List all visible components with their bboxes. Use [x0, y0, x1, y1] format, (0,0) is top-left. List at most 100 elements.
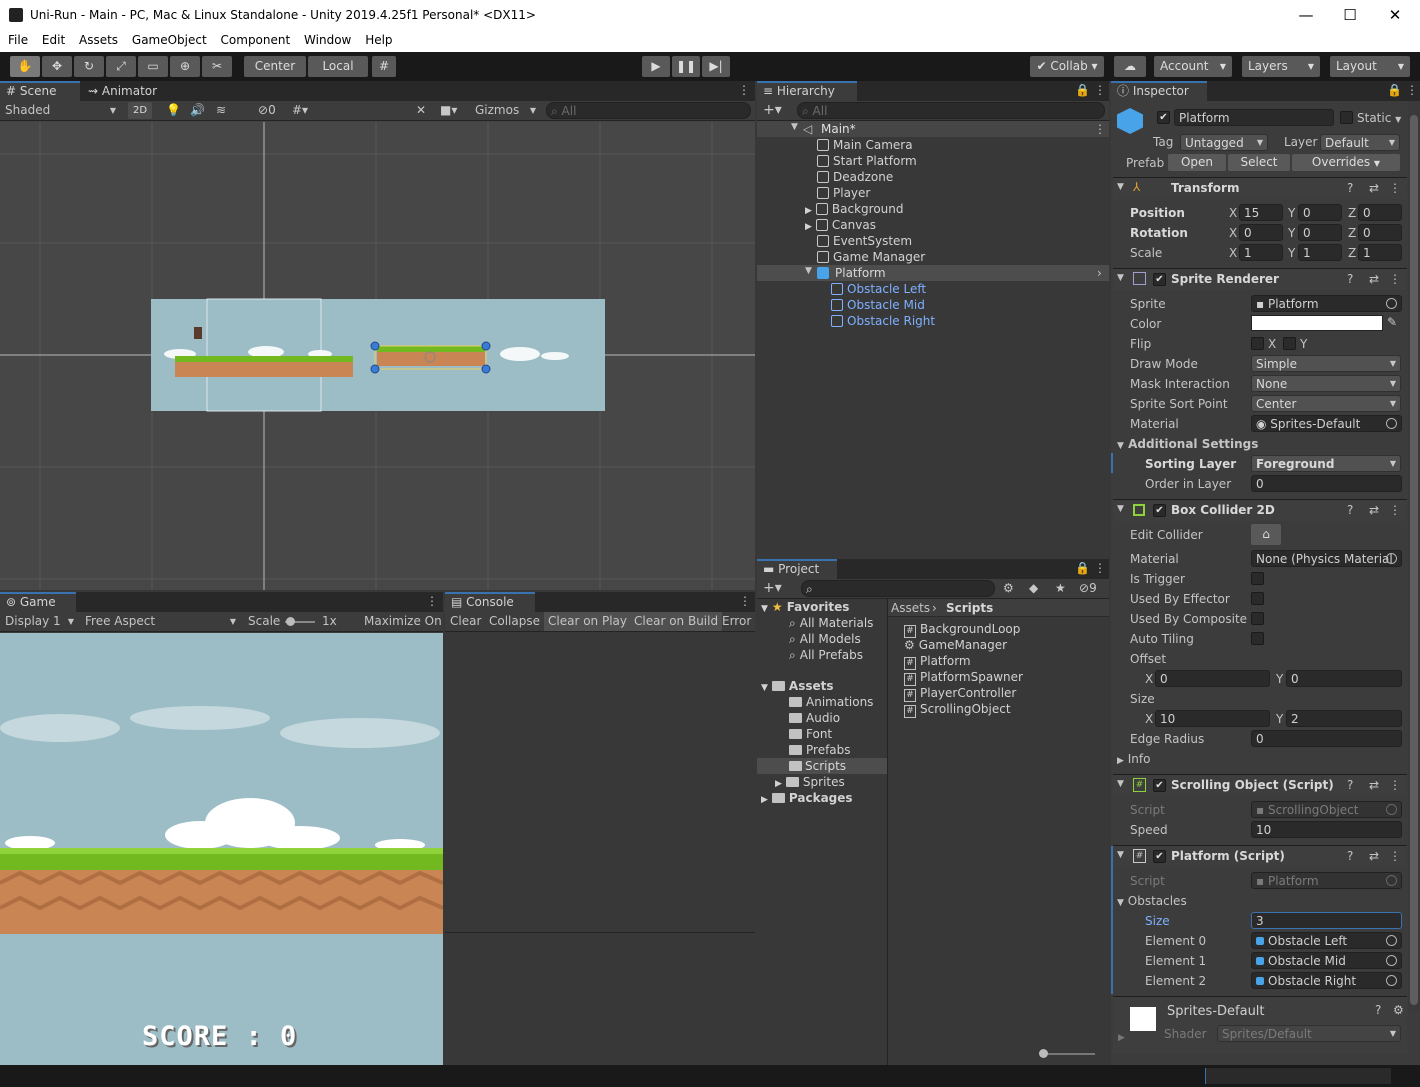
pause-button[interactable]: ❚❚	[672, 56, 700, 77]
preset-icon[interactable]: ⇄	[1369, 272, 1379, 286]
scene-view[interactable]	[0, 122, 755, 590]
menu-file[interactable]: File	[0, 31, 28, 47]
console-collapse-button[interactable]: Collapse	[489, 614, 540, 628]
position-z-input[interactable]: 0	[1358, 204, 1402, 221]
scale-tool-icon[interactable]: ⤢	[106, 56, 136, 77]
object-picker-icon[interactable]	[1386, 418, 1397, 429]
file-platform[interactable]: # Platform	[904, 653, 971, 670]
component-menu-icon[interactable]: ⋮	[1389, 181, 1401, 195]
tab-inspector[interactable]: ⓘ Inspector	[1111, 81, 1207, 101]
favorite-all-prefabs[interactable]: ⌕ All Prefabs	[789, 647, 863, 663]
auto-tiling-checkbox[interactable]	[1251, 632, 1264, 645]
audio-icon[interactable]: 🔊	[190, 103, 205, 117]
offset-x-input[interactable]: 0	[1155, 670, 1270, 687]
component-menu-icon[interactable]: ⋮	[1389, 778, 1401, 792]
hidden-objects-icon[interactable]: ⊘0	[258, 103, 276, 117]
rotation-y-input[interactable]: 0	[1298, 224, 1342, 241]
platform-script-header[interactable]: ▼ # ✔ Platform (Script) ? ⇄ ⋮	[1113, 845, 1407, 867]
tab-animator[interactable]: ⇝ Animator	[82, 81, 172, 101]
scrolling-object-enabled-checkbox[interactable]: ✔	[1153, 779, 1166, 792]
speed-input[interactable]: 10	[1251, 821, 1402, 838]
size-x-input[interactable]: 10	[1155, 710, 1270, 727]
maximize-button[interactable]: ☐	[1327, 0, 1373, 31]
tag-dropdown[interactable]: Untagged	[1180, 134, 1268, 151]
hierarchy-item-game-manager[interactable]: Game Manager	[817, 249, 925, 265]
gear-icon[interactable]: ⚙	[1393, 1003, 1404, 1017]
element-0-field[interactable]: Obstacle Left	[1251, 932, 1402, 949]
project-lock-icon[interactable]: 🔒	[1075, 561, 1090, 575]
favorite-all-models[interactable]: ⌕ All Models	[789, 631, 861, 647]
shading-dropdown[interactable]: Shaded ▼	[2, 102, 120, 119]
folder-animations[interactable]: Animations	[789, 694, 873, 710]
inspector-menu-icon[interactable]: ⋮	[1406, 83, 1418, 97]
folder-prefabs[interactable]: Prefabs	[789, 742, 851, 758]
layer-dropdown[interactable]: Default	[1320, 134, 1400, 151]
help-icon[interactable]: ?	[1347, 181, 1353, 195]
flip-x-checkbox[interactable]	[1251, 337, 1264, 350]
menu-help[interactable]: Help	[357, 31, 392, 47]
size-y-input[interactable]: 2	[1286, 710, 1402, 727]
preset-icon[interactable]: ⇄	[1369, 778, 1379, 792]
game-view[interactable]: SCORE : 0	[0, 633, 443, 1065]
scale-slider-thumb[interactable]	[286, 617, 295, 626]
box-collider-enabled-checkbox[interactable]: ✔	[1153, 504, 1166, 517]
is-trigger-checkbox[interactable]	[1251, 572, 1264, 585]
prefab-overrides-dropdown[interactable]: Overrides ▼	[1292, 154, 1400, 171]
position-y-input[interactable]: 0	[1298, 204, 1342, 221]
menu-window[interactable]: Window	[296, 31, 351, 47]
foldout-arrow-icon[interactable]: ▼	[1117, 182, 1124, 192]
step-button[interactable]: ▶|	[702, 56, 730, 77]
file-backgroundloop[interactable]: # BackgroundLoop	[904, 621, 1020, 638]
folder-scripts-selected[interactable]: Scripts	[757, 758, 887, 774]
preset-icon[interactable]: ⇄	[1369, 181, 1379, 195]
foldout-arrow-icon[interactable]: ▼	[1117, 273, 1124, 283]
preset-icon[interactable]: ⇄	[1369, 849, 1379, 863]
transform-header[interactable]: ▼ ⅄ Transform ? ⇄ ⋮	[1113, 177, 1407, 199]
scale-y-input[interactable]: 1	[1298, 244, 1342, 261]
play-button[interactable]: ▶	[642, 56, 670, 77]
sorting-layer-dropdown[interactable]: Foreground	[1251, 455, 1401, 472]
project-menu-icon[interactable]: ⋮	[1094, 561, 1106, 575]
prefab-open-button[interactable]: Open	[1168, 154, 1226, 171]
2d-toggle[interactable]: 2D	[128, 102, 152, 119]
file-gamemanager[interactable]: ⚙ GameManager	[904, 637, 1007, 653]
hierarchy-item-background[interactable]: ▶ Background	[805, 201, 904, 217]
expand-arrow-icon[interactable]: ▶	[761, 795, 768, 805]
folder-audio[interactable]: Audio	[789, 710, 840, 726]
array-size-input[interactable]: 3	[1251, 912, 1402, 929]
hierarchy-menu-icon[interactable]: ⋮	[1094, 83, 1106, 97]
help-icon[interactable]: ?	[1347, 778, 1353, 792]
sprite-renderer-header[interactable]: ▼ ✔ Sprite Renderer ? ⇄ ⋮	[1113, 268, 1407, 290]
object-picker-icon[interactable]	[1386, 298, 1397, 309]
packages-folder[interactable]: ▶ Packages	[761, 790, 853, 806]
project-search-input[interactable]: ⌕	[801, 580, 995, 597]
prefab-open-arrow-icon[interactable]: ›	[1097, 265, 1102, 281]
static-dropdown[interactable]: Static ▼	[1357, 111, 1401, 125]
snap-grid-icon[interactable]: #	[372, 56, 396, 77]
favorite-all-materials[interactable]: ⌕ All Materials	[789, 615, 873, 631]
sort-point-dropdown[interactable]: Center	[1251, 395, 1401, 412]
foldout-arrow-icon[interactable]: ▼	[1117, 779, 1124, 789]
hierarchy-item-deadzone[interactable]: Deadzone	[817, 169, 893, 185]
hierarchy-item-platform-selected[interactable]: ▼ Platform ›	[757, 265, 1109, 281]
obstacles-foldout[interactable]: ▼ Obstacles	[1117, 894, 1187, 908]
favorites-star-icon[interactable]: ★	[1055, 581, 1066, 595]
order-in-layer-input[interactable]: 0	[1251, 475, 1402, 492]
cloud-icon[interactable]: ☁	[1114, 56, 1146, 77]
scene-menu-icon[interactable]: ⋮	[1094, 122, 1106, 136]
foldout-arrow-icon[interactable]: ▼	[1117, 850, 1124, 860]
game-menu-icon[interactable]: ⋮	[426, 594, 438, 608]
component-menu-icon[interactable]: ⋮	[1389, 849, 1401, 863]
breadcrumb-scripts[interactable]: Scripts	[946, 601, 993, 615]
grid-icon[interactable]: #▾	[292, 103, 308, 117]
pivot-center-button[interactable]: Center	[244, 56, 306, 77]
scene-search-input[interactable]: ⌕ All	[546, 102, 751, 119]
search-by-label-icon[interactable]: ◆	[1029, 581, 1038, 595]
icon-size-slider-thumb[interactable]	[1039, 1049, 1048, 1058]
rotation-x-input[interactable]: 0	[1239, 224, 1283, 241]
breadcrumb-assets[interactable]: Assets	[891, 601, 930, 615]
object-name-input[interactable]: Platform	[1174, 109, 1334, 126]
assets-folder[interactable]: ▼ Assets	[761, 678, 834, 694]
expand-arrow-icon[interactable]: ▶	[805, 222, 812, 232]
element-2-field[interactable]: Obstacle Right	[1251, 972, 1402, 989]
